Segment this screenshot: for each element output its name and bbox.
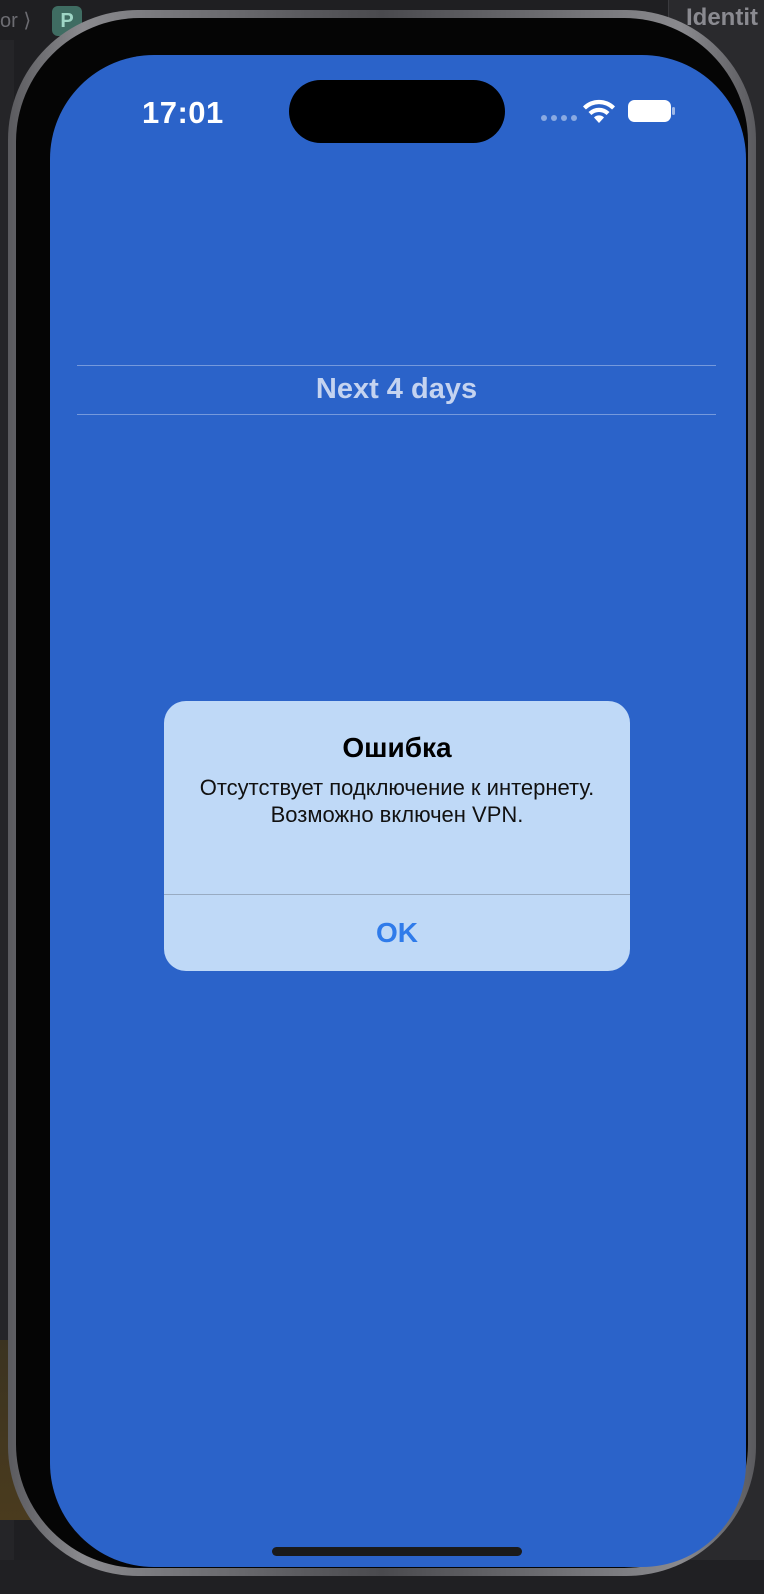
section-divider-top bbox=[77, 365, 716, 366]
status-bar-time: 17:01 bbox=[142, 95, 224, 130]
alert-ok-button[interactable]: OK bbox=[164, 895, 630, 971]
ide-inspector-title: Identit bbox=[686, 4, 758, 31]
alert-title: Ошибка bbox=[342, 732, 452, 763]
forecast-section-header: Next 4 days bbox=[315, 373, 478, 405]
ide-breadcrumb: or ⟩ bbox=[0, 10, 32, 32]
phone-screen: 17:01 Next 4 days Ошибка Отсутствует под… bbox=[50, 55, 746, 1567]
alert-message: Отсутствует подключение к интернету. Воз… bbox=[199, 775, 595, 827]
wifi-icon bbox=[583, 99, 615, 123]
simulator-backdrop: Identit or ⟩ P 17:01 Next 4 days Ошибка … bbox=[0, 0, 764, 1594]
phone-bezel: 17:01 Next 4 days Ошибка Отсутствует под… bbox=[16, 18, 748, 1568]
dynamic-island bbox=[289, 80, 505, 143]
section-divider-bottom bbox=[77, 414, 716, 415]
cellular-signal-icon bbox=[541, 115, 577, 121]
error-alert: Ошибка Отсутствует подключение к интерне… bbox=[164, 701, 630, 971]
battery-icon bbox=[628, 100, 675, 122]
home-indicator[interactable] bbox=[272, 1547, 522, 1556]
